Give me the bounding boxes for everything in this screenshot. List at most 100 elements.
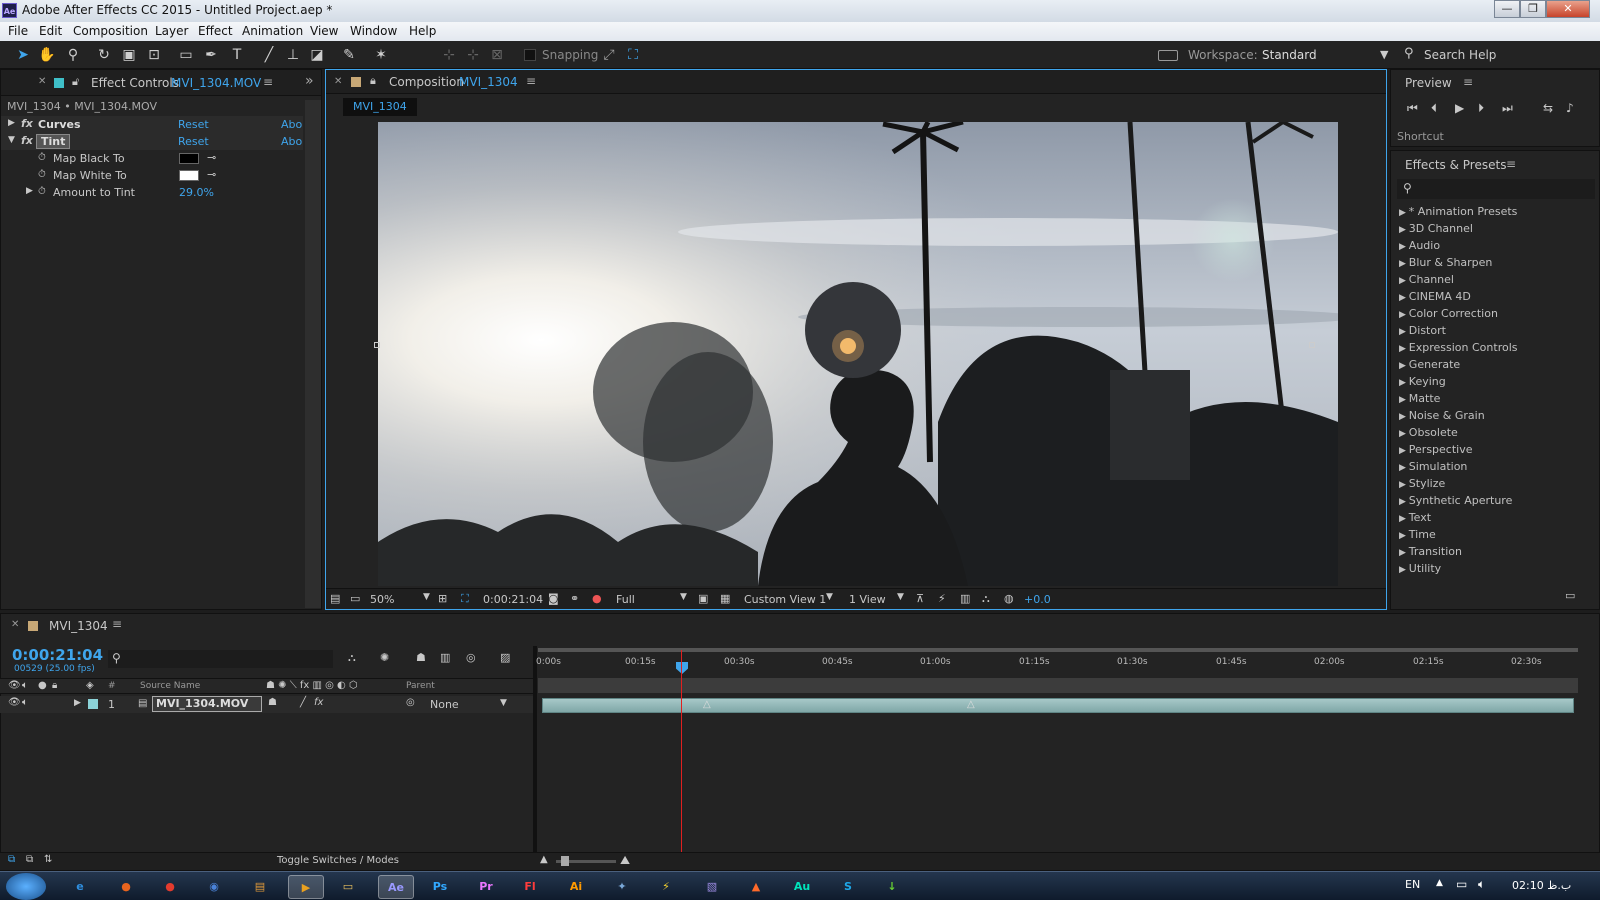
language-indicator[interactable]: EN — [1405, 878, 1420, 891]
effect-category-item[interactable]: ▶ Expression Controls — [1399, 341, 1518, 354]
close-tab-icon[interactable]: ✕ — [334, 76, 342, 87]
expand-arrow-icon[interactable]: ▶ — [1399, 327, 1409, 337]
draft-3d-icon[interactable]: ✺ — [380, 651, 389, 664]
menu-edit[interactable]: Edit — [39, 24, 62, 38]
panel-overflow-icon[interactable]: » — [305, 73, 314, 89]
effect-category-item[interactable]: ▶ Time — [1399, 528, 1436, 541]
puppet-tool-icon[interactable]: ✶ — [372, 46, 390, 64]
effect-controls-tab-label[interactable]: Effect Controls — [91, 76, 179, 90]
zoom-out-icon[interactable]: ▲ — [540, 854, 548, 865]
keyframe-icon[interactable]: △ — [703, 699, 711, 710]
selection-tool-icon[interactable]: ➤ — [14, 46, 32, 64]
zoom-in-icon[interactable]: ⛰︎ — [620, 853, 630, 868]
play-icon[interactable]: ▶ — [1455, 101, 1464, 115]
effect-category-item[interactable]: ▶ Perspective — [1399, 443, 1473, 456]
exposure-reset-icon[interactable]: ◍ — [1004, 592, 1014, 605]
snap-expand-icon[interactable]: ⤢ — [600, 46, 618, 64]
view-dropdown-arrow-icon[interactable]: ▼ — [826, 592, 833, 602]
new-folder-icon[interactable]: ▭ — [1565, 589, 1575, 602]
mask-visibility-icon[interactable]: ⛶ — [461, 592, 469, 606]
stopwatch-icon[interactable]: ⏱︎ — [38, 186, 46, 197]
transparency-grid-icon[interactable]: ▦ — [720, 592, 730, 605]
taskbar-app-icon[interactable]: ↓ — [874, 875, 910, 899]
taskbar-app-icon[interactable]: Fl — [512, 875, 548, 899]
taskbar-app-icon[interactable]: ● — [152, 875, 188, 899]
right-handle[interactable] — [1309, 342, 1315, 348]
resolution-dropdown-arrow-icon[interactable]: ▼ — [680, 592, 687, 602]
audio-icon[interactable]: 🔈︎ — [22, 697, 28, 708]
menu-window[interactable]: Window — [350, 24, 397, 38]
toggle-switches-modes-button[interactable]: Toggle Switches / Modes — [277, 855, 399, 866]
menu-effect[interactable]: Effect — [198, 24, 233, 38]
expand-arrow-icon[interactable]: ▶ — [1399, 412, 1409, 422]
layer-duration-bar[interactable] — [542, 698, 1574, 713]
source-name-column-header[interactable]: Source Name — [140, 681, 200, 691]
last-frame-icon[interactable]: ⏭︎ — [1502, 101, 1513, 116]
eraser-tool-icon[interactable]: ◪ — [308, 46, 326, 64]
zoom-slider-thumb[interactable] — [561, 856, 569, 866]
effect-category-item[interactable]: ▶ Blur & Sharpen — [1399, 256, 1492, 269]
effect-category-item[interactable]: ▶ Noise & Grain — [1399, 409, 1485, 422]
effects-search-input[interactable]: ⚲ — [1397, 179, 1595, 199]
expand-arrow-icon[interactable]: ▶ — [1399, 225, 1409, 235]
effect-category-item[interactable]: ▶ Simulation — [1399, 460, 1467, 473]
fast-previews-icon[interactable]: ⚡ — [938, 592, 946, 605]
snapshot-icon[interactable]: ◙ — [548, 592, 559, 605]
snapping-checkbox[interactable] — [524, 49, 536, 61]
in-out-icon[interactable]: ⇅ — [44, 854, 52, 865]
world-axis-icon[interactable]: ⊹ — [464, 46, 482, 64]
time-navigator[interactable] — [538, 678, 1578, 693]
about-button[interactable]: Abo — [281, 118, 302, 131]
composition-mini-flowchart-icon[interactable]: ⛬ — [348, 651, 356, 665]
composition-tab-target[interactable]: MVI_1304 — [459, 75, 518, 89]
close-window-button[interactable]: ✕ — [1546, 0, 1590, 18]
effect-controls-tab-target[interactable]: MVI_1304.MOV — [171, 76, 261, 90]
type-tool-icon[interactable]: T — [228, 46, 246, 64]
expand-arrow-icon[interactable]: ▶ — [1399, 395, 1409, 405]
snap-feature-icon[interactable]: ⛶ — [624, 46, 642, 64]
eyedropper-icon[interactable]: ⊸ — [207, 151, 216, 164]
fx-icon[interactable]: fx — [21, 117, 33, 130]
audio-icon[interactable]: 🔈︎ — [22, 680, 28, 691]
start-button-icon[interactable] — [6, 873, 46, 900]
rectangle-tool-icon[interactable]: ▭ — [177, 46, 195, 64]
show-snapshot-icon[interactable]: ⚭ — [570, 592, 579, 605]
stopwatch-icon[interactable]: ⏱︎ — [38, 152, 46, 163]
next-frame-icon[interactable]: ⏵︎ — [1478, 101, 1484, 116]
expand-arrow-icon[interactable]: ▶ — [1399, 480, 1409, 490]
reset-button[interactable]: Reset — [178, 135, 209, 148]
black-color-swatch[interactable] — [179, 153, 199, 164]
expand-arrow-icon[interactable]: ▶ — [1399, 293, 1409, 303]
toggle-pixel-aspect-icon[interactable]: ⊼ — [916, 592, 924, 605]
workspace-dropdown[interactable]: Standard — [1262, 48, 1317, 62]
brush-tool-icon[interactable]: ╱ — [260, 46, 278, 64]
region-of-interest-icon[interactable]: ▣ — [698, 592, 708, 605]
amount-to-tint-value[interactable]: 29.0% — [179, 186, 214, 199]
expand-arrow-icon[interactable]: ▶ — [1399, 208, 1409, 218]
expand-arrow-icon[interactable]: ▶ — [1399, 548, 1409, 558]
composition-tab-label[interactable]: Composition — [389, 75, 464, 89]
expand-arrow-icon[interactable]: ▶ — [1399, 497, 1409, 507]
viewer-timecode[interactable]: 0:00:21:04 — [483, 593, 543, 606]
effect-category-item[interactable]: ▶ CINEMA 4D — [1399, 290, 1471, 303]
exposure-value[interactable]: +0.0 — [1024, 593, 1051, 606]
video-visibility-icon[interactable]: 👁︎ — [8, 680, 21, 691]
layer-row[interactable]: 👁︎ 🔈︎ ▶ 1 ▤ MVI_1304.MOV ☗ ╱ fx ◎ None ▼ — [0, 696, 533, 713]
effect-category-item[interactable]: ▶ Generate — [1399, 358, 1460, 371]
effect-category-item[interactable]: ▶ Utility — [1399, 562, 1441, 575]
view-axis-icon[interactable]: ⊠ — [488, 46, 506, 64]
shy-layers-icon[interactable]: ☗ — [416, 651, 426, 664]
always-preview-icon[interactable]: ▤ — [330, 592, 340, 605]
effect-row-tint[interactable]: ▼ fx Tint Reset Abo — [1, 133, 303, 150]
taskbar-app-icon[interactable]: ▶ — [288, 875, 324, 899]
taskbar-app-icon[interactable]: ◉ — [196, 875, 232, 899]
expand-arrow-icon[interactable]: ▶ — [1399, 514, 1409, 524]
effect-category-item[interactable]: ▶ Synthetic Aperture — [1399, 494, 1512, 507]
left-handle[interactable] — [374, 342, 380, 348]
clock[interactable]: 02:10 ب.ظ — [1512, 879, 1571, 892]
parent-dropdown[interactable]: None — [430, 698, 459, 711]
timeline-search-input[interactable]: ⚲ — [108, 650, 333, 668]
taskbar-app-icon[interactable]: ⚡ — [648, 875, 684, 899]
frame-blending-icon[interactable]: ▥ — [440, 651, 450, 664]
local-axis-icon[interactable]: ⊹ — [440, 46, 458, 64]
